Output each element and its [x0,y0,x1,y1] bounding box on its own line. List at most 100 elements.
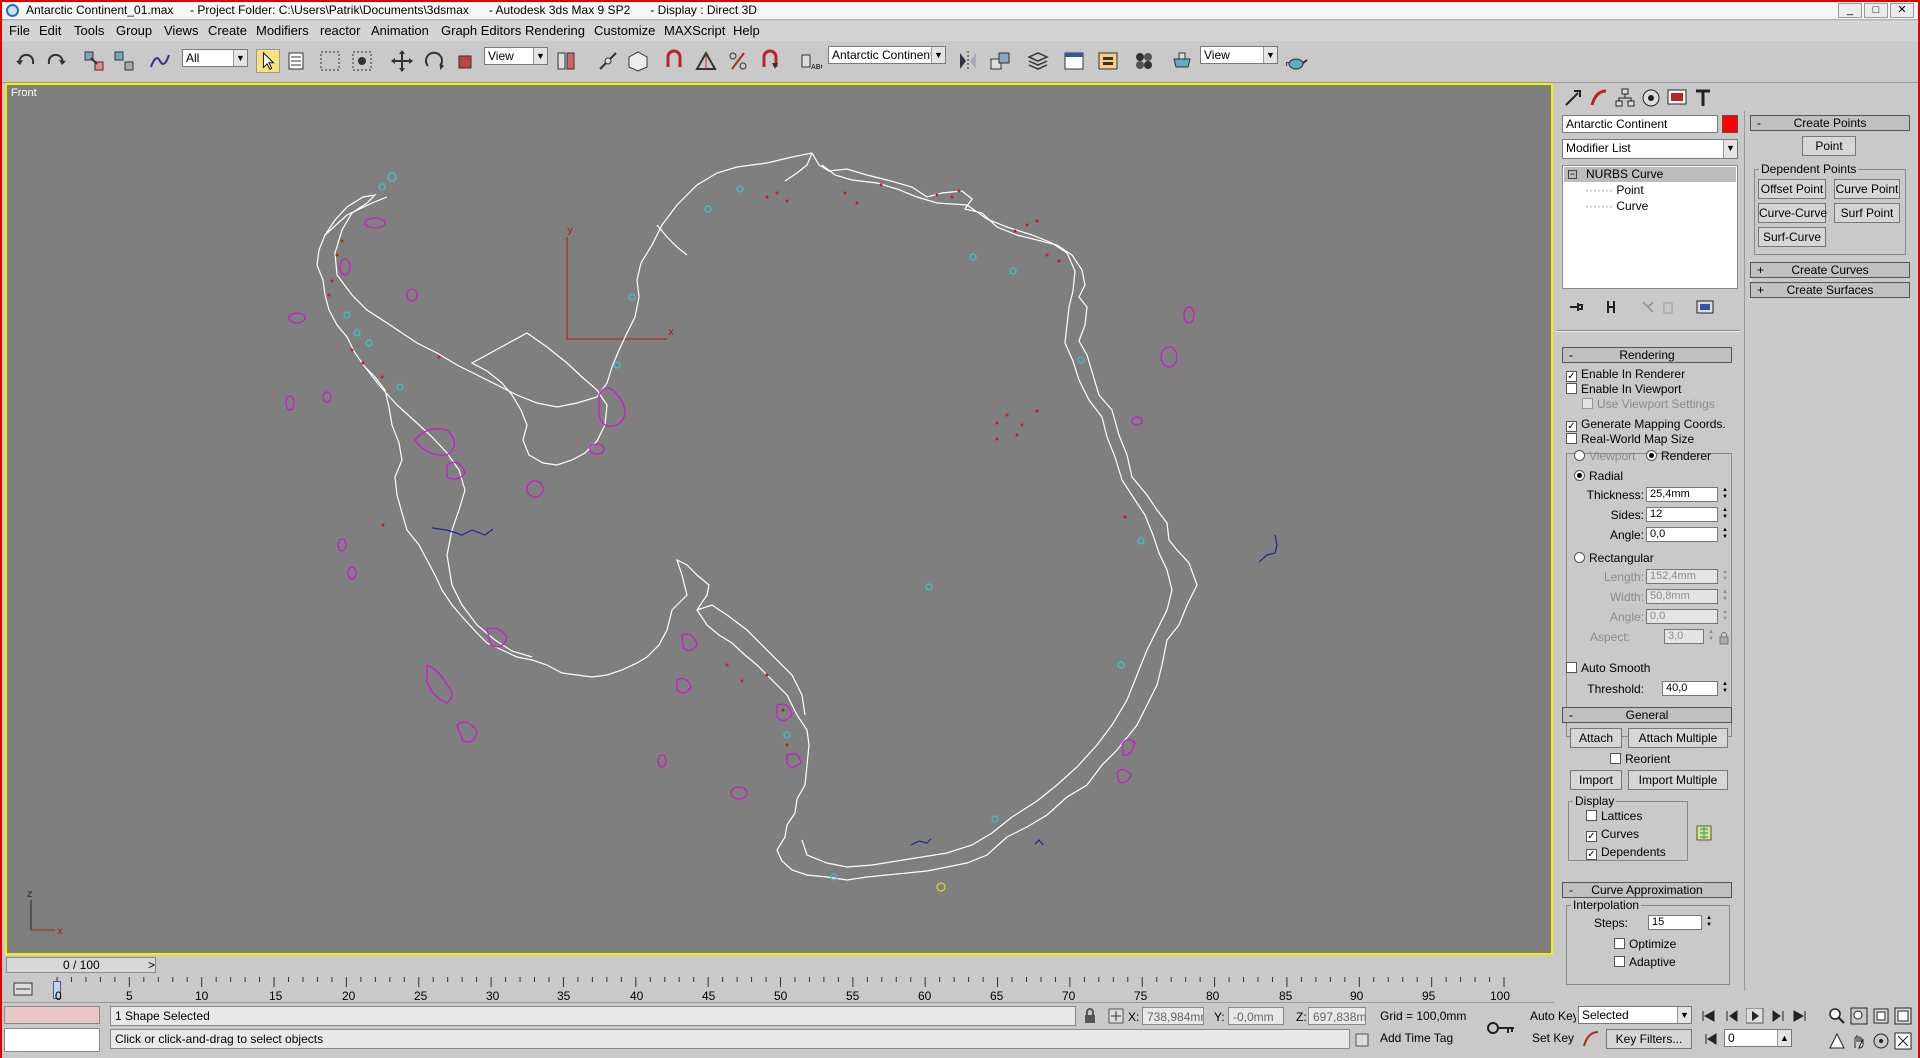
render-view-dropdown[interactable]: View ▼ [1200,46,1278,64]
maximize-button[interactable]: □ [1864,3,1888,18]
rendering-rollout-header[interactable]: - Rendering [1562,347,1732,363]
stack-item-nurbs-curve[interactable]: − NURBS Curve [1564,167,1736,182]
create-surfaces-rollout-header[interactable]: + Create Surfaces [1750,282,1910,298]
collapse-icon[interactable]: − [1568,170,1577,179]
zoom-extents-all-icon[interactable] [1894,1007,1912,1025]
show-end-result-icon[interactable] [1604,299,1620,315]
menu-create[interactable]: Create [208,23,247,38]
spinner-arrows-icon[interactable]: ▲ ▼ [1704,915,1714,930]
spinner-value[interactable]: 0,0 [1646,527,1718,542]
go-to-end-icon[interactable] [1792,1009,1808,1023]
motion-tab-icon[interactable] [1640,87,1662,109]
create-tab-icon[interactable] [1562,87,1584,109]
auto-key-button[interactable]: Auto Key [1526,1007,1576,1025]
enable-in-renderer-checkbox[interactable]: ✓ Enable In Renderer [1566,367,1685,382]
previous-frame-icon[interactable] [1724,1009,1740,1023]
edit-named-selection-icon[interactable]: ABC [798,49,822,73]
spinner-arrows-icon[interactable]: ▲ ▼ [1720,487,1730,502]
minimize-button[interactable]: _ [1838,3,1862,18]
maxscript-input[interactable] [4,1028,100,1052]
angle-snap-icon[interactable] [694,49,718,73]
timeline-ruler[interactable]: 0 5 10 15 20 25 30 35 40 45 50 55 60 65 … [2,975,1554,1003]
menu-animation[interactable]: Animation [371,23,429,38]
add-time-tag-button[interactable]: Add Time Tag [1376,1029,1476,1049]
spinner-value[interactable]: 25,4mm [1646,487,1718,502]
set-key-button[interactable]: Set Key [1528,1029,1576,1049]
angle-spinner[interactable]: Angle: 0,0 ▲ ▼ [1570,527,1730,543]
lattices-checkbox[interactable]: Lattices [1586,809,1642,823]
create-points-rollout-header[interactable]: - Create Points [1750,115,1910,131]
bind-to-space-warp-icon[interactable] [148,49,172,73]
unlink-selection-icon[interactable] [112,49,136,73]
move-icon[interactable] [390,49,414,73]
pivot-center-icon[interactable] [554,49,578,73]
menu-modifiers[interactable]: Modifiers [256,23,309,38]
generate-mapping-coords-checkbox[interactable]: ✓ Generate Mapping Coords. [1566,417,1726,432]
select-and-link-icon[interactable] [82,49,106,73]
render-scene-icon[interactable] [1170,49,1194,73]
menu-reactor[interactable]: reactor [320,23,360,38]
play-icon[interactable] [1746,1008,1764,1024]
stack-item-curve[interactable]: ······· Curve [1585,199,1648,213]
default-in-out-tangent-icon[interactable] [1582,1030,1600,1048]
named-selection-dropdown[interactable]: Antarctic Continent ▼ [828,46,946,64]
offset-point-button[interactable]: Offset Point [1758,179,1826,199]
spinner-snap-icon[interactable] [758,49,782,73]
spinner-arrows-icon[interactable]: ▲ ▼ [1720,681,1730,696]
maximize-viewport-icon[interactable] [1894,1032,1912,1050]
point-button[interactable]: Point [1802,136,1856,156]
next-frame-icon[interactable] [1770,1009,1786,1023]
time-tag-icon[interactable] [1354,1032,1370,1048]
time-next-button[interactable]: > [148,958,155,972]
selection-filter-dropdown[interactable]: All ▼ [182,49,248,67]
x-coord-field[interactable]: 738,984mm [1142,1007,1204,1025]
spinner-value[interactable]: 40,0 [1662,681,1718,696]
create-curves-rollout-header[interactable]: + Create Curves [1750,262,1910,278]
curves-checkbox[interactable]: ✓ Curves [1586,827,1639,842]
snap-toggle-icon[interactable] [662,49,686,73]
set-key-icon[interactable] [1486,1018,1516,1038]
configure-modifier-sets-icon[interactable] [1696,299,1714,315]
zoom-icon[interactable] [1828,1007,1846,1025]
import-button[interactable]: Import [1570,770,1622,790]
field-of-view-icon[interactable] [1828,1032,1846,1050]
surf-curve-button[interactable]: Surf-Curve [1758,227,1826,247]
radial-radio[interactable]: Radial [1574,469,1623,483]
spinner-arrows-icon[interactable]: ▲ ▼ [1720,507,1730,522]
thickness-spinner[interactable]: Thickness: 25,4mm ▲ ▼ [1570,487,1730,503]
surf-point-button[interactable]: Surf Point [1834,203,1900,223]
curve-curve-button[interactable]: Curve-Curve [1758,203,1827,223]
menu-views[interactable]: Views [164,23,198,38]
attach-multiple-button[interactable]: Attach Multiple [1628,728,1728,748]
modify-tab-icon[interactable] [1588,87,1610,109]
real-world-map-size-checkbox[interactable]: Real-World Map Size [1566,432,1694,446]
object-name-field[interactable]: Antarctic Continent [1562,115,1718,133]
y-coord-field[interactable]: -0,0mm [1228,1007,1284,1025]
key-mode-dropdown[interactable]: Selected ▼ [1578,1006,1692,1024]
hierarchy-tab-icon[interactable] [1614,87,1636,109]
sides-spinner[interactable]: Sides: 12 ▲ ▼ [1570,507,1730,523]
maxscript-listener-mini[interactable] [4,1006,100,1024]
enable-in-viewport-checkbox[interactable]: Enable In Viewport [1566,382,1682,396]
adaptive-checkbox[interactable]: Adaptive [1614,955,1676,969]
align-icon[interactable] [988,49,1012,73]
z-coord-field[interactable]: 697,838mm [1308,1007,1366,1025]
menu-rendering[interactable]: Rendering [525,23,585,38]
rectangular-radio[interactable]: Rectangular [1574,551,1654,565]
menu-maxscript[interactable]: MAXScript [664,23,725,38]
general-rollout-header[interactable]: - General [1562,707,1732,723]
zoom-extents-icon[interactable] [1872,1007,1890,1025]
select-object-icon[interactable] [256,49,280,73]
menu-edit[interactable]: Edit [39,23,61,38]
mirror-icon[interactable] [956,49,980,73]
current-frame-field[interactable]: 0 ▲ [1724,1029,1792,1047]
percent-snap-icon[interactable] [726,49,750,73]
menu-file[interactable]: File [9,23,30,38]
absolute-mode-icon[interactable] [1108,1008,1124,1024]
mini-curve-editor-icon[interactable] [12,979,44,999]
pin-stack-icon[interactable] [1568,299,1584,315]
schematic-view-icon[interactable] [1096,49,1120,73]
spinner-arrows-icon[interactable]: ▲ ▼ [1720,527,1730,542]
reference-coordinate-dropdown[interactable]: View ▼ [484,47,548,65]
menu-customize[interactable]: Customize [594,23,655,38]
